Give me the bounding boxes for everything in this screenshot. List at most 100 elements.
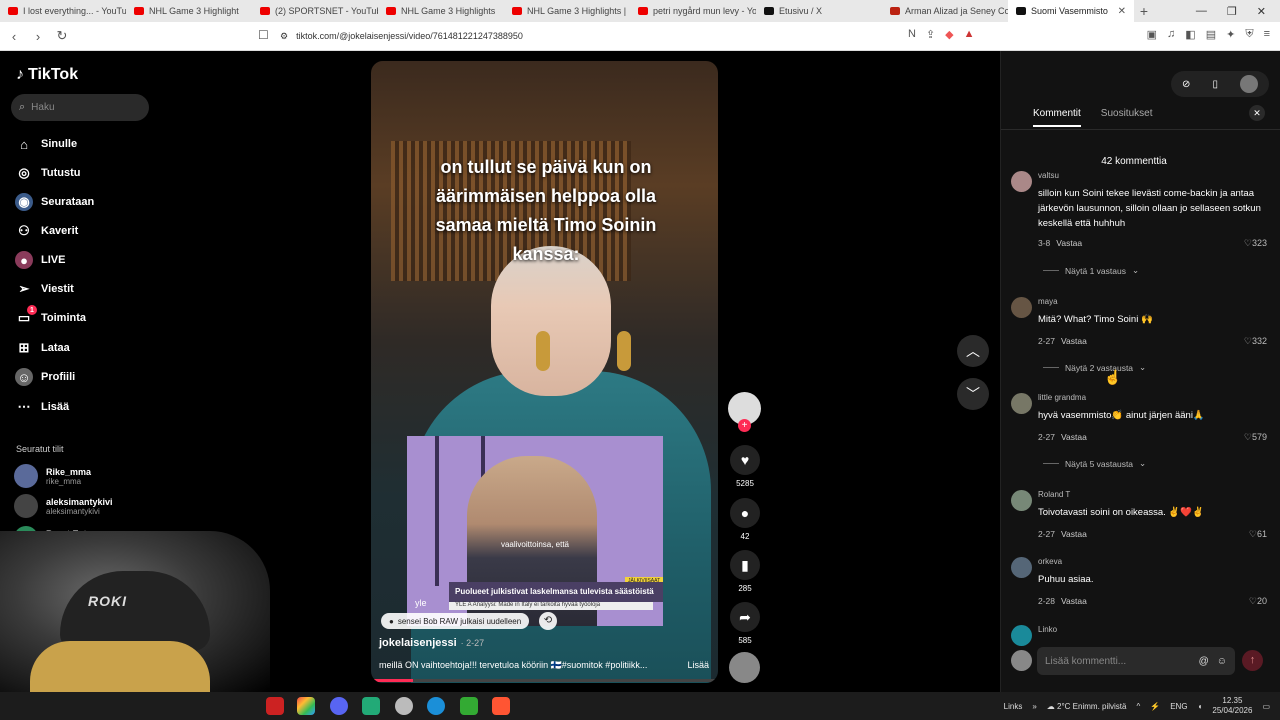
send-comment-button[interactable]: ↑ — [1242, 650, 1263, 671]
links-toolbar[interactable]: Links — [1004, 702, 1023, 711]
translate-icon[interactable]: N — [908, 28, 916, 41]
comment-button[interactable]: ● 42 — [727, 498, 763, 541]
mention-icon[interactable]: @ — [1199, 656, 1209, 667]
close-panel-icon[interactable]: ✕ — [1249, 105, 1265, 121]
followed-account[interactable]: Rike_mma rike_mma — [14, 464, 91, 488]
video-player[interactable]: on tullut se päivä kun on äärimmäisen he… — [371, 61, 718, 683]
app-icon-3[interactable] — [395, 697, 413, 715]
follow-plus-icon[interactable]: + — [738, 419, 751, 432]
browser-tab[interactable]: NHL Game 3 Highlight — [126, 0, 252, 22]
browser-tab[interactable]: (2) SPORTSNET - YouTube — [252, 0, 378, 22]
music-icon[interactable]: ♫ — [1167, 28, 1175, 41]
sidebar-item-sinulle[interactable]: ⌂ Sinulle — [15, 134, 77, 154]
share-icon[interactable]: ⇪ — [926, 28, 935, 41]
close-tab-icon[interactable]: ✕ — [1118, 6, 1126, 17]
music-disc-avatar[interactable] — [729, 652, 760, 683]
tray-arrow-icon[interactable]: ^ — [1136, 702, 1140, 711]
avatar[interactable] — [1011, 625, 1032, 646]
user-avatar[interactable] — [1239, 75, 1258, 93]
sidebar-toggle-icon[interactable]: ◧ — [1185, 28, 1195, 41]
vpn-icon[interactable]: ⛨ — [1245, 28, 1253, 41]
clock[interactable]: 12.35 25/04/2026 — [1212, 696, 1252, 716]
like-button[interactable]: ♥ 5285 — [727, 445, 763, 488]
site-info-icon[interactable]: ⚙ — [280, 31, 288, 42]
reply-button[interactable]: Vastaa — [1061, 529, 1087, 539]
comment-like[interactable]: ♡323 — [1244, 238, 1267, 249]
tab-kommentit[interactable]: Kommentit — [1033, 108, 1081, 127]
url-field[interactable]: ⚙ tiktok.com/@jokelaisenjessi/video/7614… — [280, 25, 1000, 47]
sidebar-item-seurataan[interactable]: ◉ Seurataan — [15, 192, 94, 212]
sidebar-item-live[interactable]: ● LIVE — [15, 250, 65, 270]
emoji-icon[interactable]: ☺ — [1217, 656, 1227, 667]
network-icon[interactable]: ⚡ — [1150, 702, 1160, 711]
search-box[interactable]: ⌕ — [11, 94, 149, 121]
tab-suositukset[interactable]: Suositukset — [1101, 108, 1153, 127]
sidebar-item-viestit[interactable]: ➢ Viestit — [15, 279, 74, 299]
comment-input-box[interactable]: @ ☺ — [1037, 647, 1235, 675]
reply-button[interactable]: Vastaa — [1056, 238, 1082, 248]
edge-icon[interactable] — [427, 697, 445, 715]
avatar[interactable] — [1011, 393, 1032, 414]
more-link[interactable]: Lisää — [687, 660, 709, 670]
video-progress-bar[interactable] — [371, 679, 718, 682]
rewards-icon[interactable]: ▲ — [964, 28, 975, 41]
maximize-icon[interactable]: ❐ — [1227, 5, 1237, 18]
browser-tab[interactable]: NHL Game 3 Highlights — [378, 0, 504, 22]
sidebar-item-toiminta[interactable]: ▭ 1 Toiminta — [15, 305, 86, 328]
brave-icon[interactable] — [492, 697, 510, 715]
language-indicator[interactable]: ENG — [1170, 702, 1187, 711]
new-tab-button[interactable]: + — [1134, 3, 1154, 19]
speaker-icon[interactable]: ◖ — [1198, 702, 1203, 711]
minimize-icon[interactable]: — — [1196, 5, 1207, 18]
app-icon[interactable] — [266, 697, 284, 715]
reply-button[interactable]: Vastaa — [1061, 596, 1087, 606]
browser-tab[interactable]: Arman Alizad ja Seney Co — [882, 0, 1008, 22]
browser-tab[interactable]: I lost everything... - YouTu — [0, 0, 126, 22]
previous-video-button[interactable]: ︿ — [957, 335, 989, 367]
close-window-icon[interactable]: ✕ — [1257, 5, 1266, 18]
reply-button[interactable]: Vastaa — [1061, 432, 1087, 442]
avatar[interactable] — [1011, 490, 1032, 511]
comment-like[interactable]: ♡20 — [1249, 596, 1267, 607]
browser-tab[interactable]: Etusivu / X — [756, 0, 882, 22]
explore-icon[interactable]: ⊘ — [1182, 79, 1190, 90]
avatar[interactable] — [1011, 557, 1032, 578]
forward-icon[interactable]: › — [28, 29, 48, 44]
reload-icon[interactable]: ↻ — [52, 28, 72, 44]
notification-icon[interactable]: ▭ — [1262, 702, 1270, 711]
repost-label[interactable]: ● sensei Bob RAW julkaisi uudelleen — [381, 613, 530, 629]
show-replies-button[interactable]: Näytä 5 vastausta ⌄ — [1043, 458, 1146, 469]
tiktok-logo[interactable]: ♪ TikTok — [16, 66, 78, 84]
discord-icon[interactable] — [330, 697, 348, 715]
sidebar-item-kaverit[interactable]: ⚇ Kaverit — [15, 221, 78, 241]
avatar[interactable] — [1011, 171, 1032, 192]
phone-icon[interactable]: ▯ — [1212, 79, 1218, 90]
comment-like[interactable]: ♡332 — [1244, 336, 1267, 347]
browser-tab-active[interactable]: Suomi Vasemmisto ✕ — [1008, 0, 1134, 22]
share-button[interactable]: ➦ 585 — [727, 602, 763, 645]
search-input[interactable] — [31, 102, 132, 113]
avatar[interactable] — [1011, 297, 1032, 318]
show-replies-button[interactable]: Näytä 1 vastaus ⌄ — [1043, 265, 1139, 276]
comment-input[interactable] — [1045, 655, 1195, 667]
show-replies-button[interactable]: Näytä 2 vastausta ⌄ — [1043, 362, 1146, 373]
back-icon[interactable]: ‹ — [4, 29, 24, 44]
save-button[interactable]: ▮ 285 — [727, 550, 763, 593]
weather-widget[interactable]: ☁ 2°C Enimm. pilvistä — [1047, 702, 1127, 711]
copilot-icon[interactable] — [297, 697, 315, 715]
next-video-button[interactable]: ﹀ — [957, 378, 989, 410]
menu-icon[interactable]: ≡ — [1264, 28, 1270, 41]
chevron-icon[interactable]: » — [1032, 702, 1036, 711]
bookmark-icon[interactable]: ☐ — [258, 28, 269, 42]
extension-icon[interactable]: ▣ — [1147, 28, 1157, 41]
sidebar-item-lisaa[interactable]: ⋯ Lisää — [15, 397, 70, 417]
wallet-icon[interactable]: ▤ — [1206, 28, 1216, 41]
app-icon-2[interactable] — [362, 697, 380, 715]
leo-icon[interactable]: ✦ — [1226, 28, 1235, 41]
sidebar-item-profiili[interactable]: ☺ Profiili — [15, 367, 75, 387]
followed-account[interactable]: aleksimantykivi aleksimantykivi — [14, 494, 113, 518]
comment-like[interactable]: ♡61 — [1249, 529, 1267, 540]
browser-tab[interactable]: petri nygård mun levy - Yo — [630, 0, 756, 22]
reply-button[interactable]: Vastaa — [1061, 336, 1087, 346]
comment-like[interactable]: ♡579 — [1244, 432, 1267, 443]
